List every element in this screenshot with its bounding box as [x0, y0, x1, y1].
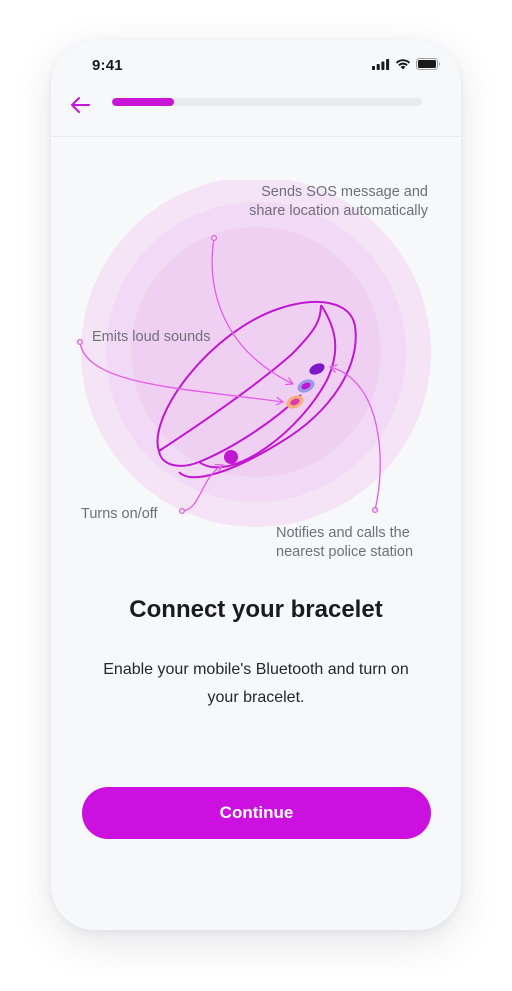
wifi-icon [395, 59, 411, 70]
annotation-power: Turns on/off [81, 506, 158, 522]
continue-button[interactable]: Continue [82, 787, 431, 839]
status-time: 9:41 [92, 57, 123, 74]
power-button [224, 450, 238, 464]
screen: 9:41 Sends SOS message and share locatio… [0, 0, 512, 991]
annotation-sounds: Emits loud sounds [92, 329, 211, 345]
annotation-police: Notifies and calls the nearest police st… [276, 525, 414, 560]
back-button[interactable] [65, 90, 95, 120]
page-title: Connect your bracelet [129, 596, 383, 623]
phone-frame: 9:41 Sends SOS message and share locatio… [51, 40, 461, 930]
status-bar: 9:41 [51, 40, 461, 90]
progress-fill [112, 98, 174, 106]
status-icons [372, 58, 441, 70]
annotation-sos: Sends SOS message and share location aut… [249, 184, 428, 219]
arrow-left-icon [71, 97, 90, 113]
progress-bar [112, 98, 422, 106]
bracelet-illustration: Sends SOS message and share location aut… [51, 180, 461, 560]
nav-bar [51, 86, 461, 137]
battery-icon [416, 58, 440, 70]
page-subtitle: Enable your mobile's Bluetooth and turn … [103, 661, 409, 706]
halo-inner [131, 227, 381, 477]
bracelet-graphic [76, 180, 431, 527]
signal-icon [372, 58, 390, 70]
